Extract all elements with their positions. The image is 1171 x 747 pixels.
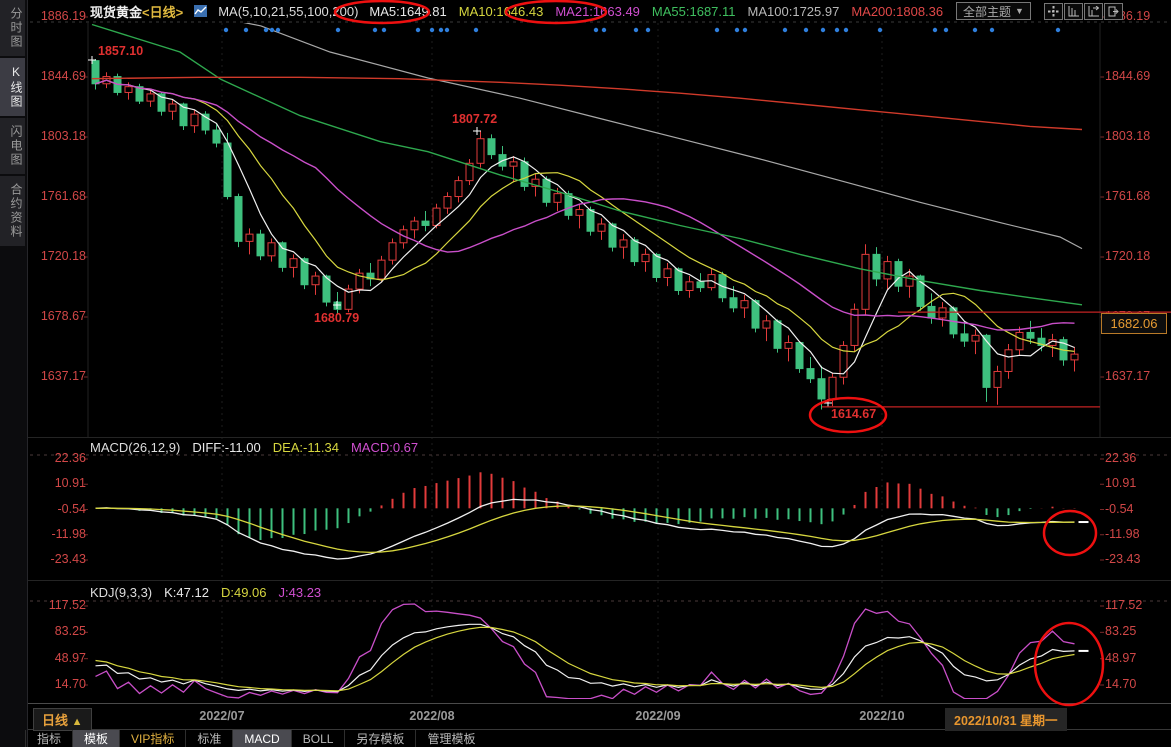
- indicator-value-label: K:47.12: [164, 585, 209, 600]
- toolbar-tab-另存模板[interactable]: 另存模板: [344, 730, 415, 747]
- y-axis-label-right: 48.97: [1105, 651, 1136, 665]
- y-axis-label-right: 1637.17: [1105, 369, 1150, 383]
- y-axis-label-right: 83.25: [1105, 624, 1136, 638]
- y-axis-label-right: -11.98: [1105, 527, 1140, 541]
- kdj-panel-header: KDJ(9,3,3) K:47.12 D:49.06 J:43.23: [90, 585, 321, 600]
- ma-settings-label: MA(5,10,21,55,100,200): [218, 4, 358, 19]
- pan-icon[interactable]: [1044, 3, 1063, 20]
- sidebar-tab-合约资料[interactable]: 合约资料: [0, 176, 25, 246]
- period-selector[interactable]: 日线 ▲: [33, 708, 92, 731]
- y-axis-label-right: 22.36: [1105, 451, 1136, 465]
- symbol-name: 现货黄金: [90, 5, 142, 20]
- x-axis-date-label: 2022/08: [409, 709, 454, 723]
- x-axis-date-label: 2022/07: [199, 709, 244, 723]
- y-axis-label-left: -23.43: [30, 552, 86, 566]
- y-axis-label-left: 83.25: [30, 624, 86, 638]
- triangle-up-icon: ▲: [72, 716, 83, 728]
- y-axis-label-left: 22.36: [30, 451, 86, 465]
- macd-title: MACD(26,12,9): [90, 440, 180, 455]
- y-axis-label-left: -0.54: [30, 502, 86, 516]
- toolbar-tab-模板[interactable]: 模板: [72, 730, 119, 747]
- ma-legend: MA5:1649.81 MA10:1646.43 MA21:1663.49 MA55:…: [369, 4, 943, 19]
- price-level-tag: 1682.06: [1101, 313, 1167, 334]
- sidebar-tab-闪电图[interactable]: 闪电图: [0, 118, 25, 174]
- indicator-value-label: D:49.06: [221, 585, 267, 600]
- toolbar-tab-BOLL[interactable]: BOLL: [291, 730, 345, 747]
- chart-canvas[interactable]: [0, 0, 1171, 747]
- price-annotation: 1614.67: [831, 407, 876, 421]
- toolbar-tab-MACD[interactable]: MACD: [232, 730, 290, 747]
- price-annotation: 1857.10: [98, 44, 143, 58]
- y-axis-label-left: 1886.19: [30, 9, 86, 23]
- y-axis-label-left: -11.98: [30, 527, 86, 541]
- sidebar-tab-K线图[interactable]: K线图: [0, 58, 25, 116]
- y-axis-label-right: 14.70: [1105, 677, 1136, 691]
- y-axis-label-left: 1761.68: [30, 189, 86, 203]
- sidebar-tab-分时图[interactable]: 分时图: [0, 0, 25, 56]
- toolbar-tab-管理模板[interactable]: 管理模板: [415, 730, 486, 747]
- indicator-value-label: MACD:0.67: [351, 440, 418, 455]
- y-axis-label-left: 1678.67: [30, 309, 86, 323]
- theme-dropdown[interactable]: 全部主题 ▼: [956, 2, 1031, 20]
- ma-value-label: MA21:1663.49: [555, 4, 640, 19]
- y-axis-label-left: 1844.69: [30, 69, 86, 83]
- y-axis-label-left: 1720.18: [30, 249, 86, 263]
- y-axis-label-left: 48.97: [30, 651, 86, 665]
- ma-value-label: MA55:1687.11: [652, 4, 736, 19]
- x-axis-date-label: 2022/09: [635, 709, 680, 723]
- chevron-down-icon: ▼: [1015, 6, 1024, 16]
- period-tag: <日线>: [142, 5, 183, 20]
- toolbar-tab-指标[interactable]: 指标: [25, 730, 72, 747]
- left-sidebar: 分时图K线图闪电图合约资料: [0, 0, 28, 747]
- chart-header: 现货黄金<日线> MA(5,10,21,55,100,200) MA5:1649…: [90, 0, 943, 22]
- kdj-title: KDJ(9,3,3): [90, 585, 152, 600]
- y-axis-label-right: 10.91: [1105, 476, 1136, 490]
- selected-date-label: 2022/10/31 星期一: [945, 708, 1067, 731]
- y-axis-label-left: 10.91: [30, 476, 86, 490]
- indicator-value-label: J:43.23: [279, 585, 322, 600]
- compress-left-axis-icon[interactable]: [1064, 3, 1083, 20]
- y-axis-label-right: -23.43: [1105, 552, 1140, 566]
- y-axis-label-right: 1803.18: [1105, 129, 1150, 143]
- y-axis-label-left: 1637.17: [30, 369, 86, 383]
- compress-right-axis-icon[interactable]: [1084, 3, 1103, 20]
- y-axis-label-right: 1720.18: [1105, 249, 1150, 263]
- price-annotation: 1680.79: [314, 311, 359, 325]
- candlestick-icon: [194, 5, 207, 17]
- ma-value-label: MA5:1649.81: [369, 4, 446, 19]
- y-axis-label-left: 1803.18: [30, 129, 86, 143]
- y-axis-label-right: -0.54: [1105, 502, 1134, 516]
- y-axis-label-left: 117.52: [30, 598, 86, 612]
- x-axis-date-label: 2022/10: [859, 709, 904, 723]
- ma-value-label: MA200:1808.36: [851, 4, 943, 19]
- y-axis-label-right: 117.52: [1105, 598, 1142, 612]
- period-label: 日线: [42, 713, 68, 728]
- ma-value-label: MA10:1646.43: [459, 4, 544, 19]
- theme-dropdown-label: 全部主题: [963, 3, 1011, 20]
- indicator-value-label: DEA:-11.34: [273, 440, 339, 455]
- macd-panel-header: MACD(26,12,9) DIFF:-11.00 DEA:-11.34 MACD:…: [90, 440, 418, 455]
- bottom-toolbar: 指标模板VIP指标标准MACDBOLL另存模板管理模板: [25, 730, 486, 747]
- price-annotation: 1807.72: [452, 112, 497, 126]
- y-axis-label-right: 1761.68: [1105, 189, 1150, 203]
- y-axis-label-right: 1844.69: [1105, 69, 1150, 83]
- macd-values: DIFF:-11.00 DEA:-11.34 MACD:0.67: [192, 440, 418, 455]
- indicator-value-label: DIFF:-11.00: [192, 440, 260, 455]
- toolbar-tab-VIP指标[interactable]: VIP指标: [119, 730, 185, 747]
- toolbar-tab-标准[interactable]: 标准: [185, 730, 232, 747]
- shift-pane-icon[interactable]: [1104, 3, 1123, 20]
- ma-value-label: MA100:1725.97: [748, 4, 840, 19]
- y-axis-label-left: 14.70: [30, 677, 86, 691]
- kdj-values: K:47.12 D:49.06 J:43.23: [164, 585, 321, 600]
- app-root: 分时图K线图闪电图合约资料 现货黄金<日线> MA(5,10,21,55,100…: [0, 0, 1171, 747]
